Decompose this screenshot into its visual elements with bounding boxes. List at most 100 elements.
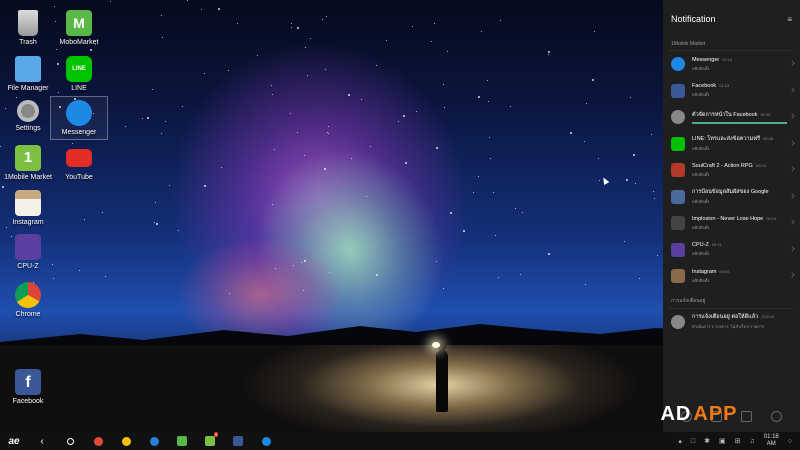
star: [324, 68, 326, 70]
star: [161, 36, 163, 38]
taskbar-app-chrome-icon[interactable]: [89, 432, 107, 450]
star: [105, 276, 107, 278]
star: [653, 190, 655, 192]
desktop-icon-chrome[interactable]: Chrome: [0, 282, 56, 318]
star: [630, 97, 632, 99]
star: [433, 22, 435, 24]
notification-title-text: Facebook: [692, 83, 717, 90]
notification-item[interactable]: SoulCraft 2 - Action RPG 00:24 คลิกติดตั้ง: [663, 157, 800, 184]
window-icon[interactable]: [741, 410, 753, 422]
gallery-icon: [121, 436, 131, 446]
notification-title-text: LINE: โทรและส่งข้อความฟรี: [692, 136, 761, 143]
notification-item[interactable]: การป้อนข้อมูลสัมผัสของ Google คลิกติดตั้ง: [663, 184, 800, 211]
panel-bottom-controls: [663, 400, 800, 432]
star: [497, 277, 499, 279]
desktop-icon-facebook[interactable]: f Facebook: [0, 369, 56, 405]
storage-icon[interactable]: ▣: [719, 437, 726, 445]
star: [477, 176, 479, 178]
desktop-icon-youtube[interactable]: YouTube: [51, 145, 107, 181]
notification-header: Notification ≡: [663, 0, 800, 38]
notification-list: Messenger 01:14 คลิกติดตั้ง Facebook 01:13 คล…: [663, 51, 800, 290]
notification-icon[interactable]: ○: [788, 438, 792, 445]
desktop-icon-file-manager[interactable]: File Manager: [0, 56, 56, 92]
star: [521, 212, 523, 214]
star: [478, 95, 481, 98]
notification-item[interactable]: Messenger 01:14 คลิกติดตั้ง: [663, 51, 800, 78]
notification-time: 00:11: [711, 242, 722, 248]
home-icon[interactable]: [61, 432, 79, 450]
star: [473, 191, 475, 193]
star: [309, 37, 311, 39]
settings-icon[interactable]: [771, 410, 783, 422]
star: [594, 31, 596, 33]
chevron-right-icon: [789, 86, 795, 93]
taskbar-app-globe-icon[interactable]: [145, 432, 163, 450]
star: [56, 48, 58, 50]
desktop-icon-instagram[interactable]: Instagram: [0, 190, 56, 226]
notification-item[interactable]: Implosion - Never Lose Hope 00:14 คลิกติดต…: [663, 210, 800, 237]
star: [79, 269, 81, 271]
clock[interactable]: 01:18 AM: [764, 434, 779, 448]
notification-item[interactable]: Instagram 00:06 คลิกติดตั้ง: [663, 263, 800, 290]
desktop-icon-label: Trash: [19, 39, 37, 46]
star: [153, 221, 155, 223]
trash-icon: [18, 10, 38, 36]
notification-subtext: คลิกติดตั้ง: [692, 92, 710, 98]
taskbar: ae ‹ 9 ▴ □ ✱ ▣ ⊞ ♫ 01:18 AM ○: [0, 432, 800, 450]
star: [449, 212, 452, 215]
bluetooth-icon[interactable]: ✱: [704, 437, 710, 445]
arrow-up-icon[interactable]: ▴: [678, 437, 682, 445]
start-icon[interactable]: ae: [5, 432, 23, 450]
volume-icon[interactable]: ♫: [750, 438, 755, 445]
taskbar-app-gallery-icon[interactable]: [117, 432, 135, 450]
ethernet-icon[interactable]: ⊞: [735, 437, 741, 445]
notification-item[interactable]: LINE: โทรและส่งข้อความฟรี 00:28 คลิกติดตั้…: [663, 131, 800, 158]
taskbar-app-messenger-icon[interactable]: [257, 432, 275, 450]
recent-apps-icon[interactable]: □: [691, 438, 695, 445]
screenshot-icon[interactable]: [710, 410, 722, 422]
star: [15, 97, 17, 99]
star: [634, 182, 636, 184]
notification-item[interactable]: Facebook 01:13 คลิกติดตั้ง: [663, 78, 800, 105]
taskbar-app-facebook-icon[interactable]: [229, 432, 247, 450]
notification-item[interactable]: CPU-Z 00:11 คลิกติดตั้ง: [663, 237, 800, 264]
desktop-icon-label: Messenger: [61, 129, 97, 136]
desktop-icon-settings[interactable]: Settings: [0, 100, 56, 132]
desktop-icon-label: CPU-Z: [17, 263, 39, 270]
desktop-icon-1mobile-market[interactable]: 1 1Mobile Market: [0, 145, 56, 181]
notification-subtext: คลิกติดตั้ง: [692, 224, 710, 230]
desktop-icon-messenger[interactable]: Messenger: [50, 96, 108, 140]
star: [490, 158, 492, 160]
notification-item-update[interactable]: การแจ้งเตือนอยู่ ต่อให้ดีแล้ว 12/1/15 ดำเ…: [663, 309, 800, 336]
desktop-icon-cpu-z[interactable]: CPU-Z: [0, 234, 56, 270]
star: [519, 274, 521, 276]
taskbar-app-1mobile-market-icon[interactable]: 9: [201, 432, 219, 450]
desktop-icon-line[interactable]: LINE LINE: [51, 56, 107, 92]
star: [156, 222, 159, 225]
facebook-icon: [233, 436, 243, 446]
taskbar-app-mobomarket-icon[interactable]: [173, 432, 191, 450]
menu-icon[interactable]: ≡: [787, 15, 792, 24]
star: [110, 0, 112, 2]
mobomarket-icon: [177, 436, 187, 446]
desktop-icon-label: Chrome: [15, 311, 41, 318]
back-icon[interactable]: ‹: [33, 432, 51, 450]
soulcraft-icon: [671, 163, 685, 178]
star: [443, 84, 445, 86]
chevron-right-icon: [789, 192, 795, 199]
star: [327, 132, 329, 134]
star: [83, 218, 85, 220]
star: [2, 185, 5, 188]
star: [499, 20, 501, 21]
line-icon: LINE: [66, 56, 92, 82]
star: [165, 120, 167, 122]
power-icon[interactable]: [680, 410, 692, 422]
desktop-icon-trash[interactable]: Trash: [0, 10, 56, 46]
desktop-icon-mobomarket[interactable]: M MoboMarket: [51, 10, 107, 46]
star: [653, 197, 655, 199]
star: [326, 15, 328, 17]
download-progress-bar: [692, 121, 787, 124]
notification-item[interactable]: ตัวจัดการหน้าใน Facebook 01:09: [663, 104, 800, 131]
star: [585, 284, 587, 286]
notification-title: Notification: [671, 14, 716, 24]
